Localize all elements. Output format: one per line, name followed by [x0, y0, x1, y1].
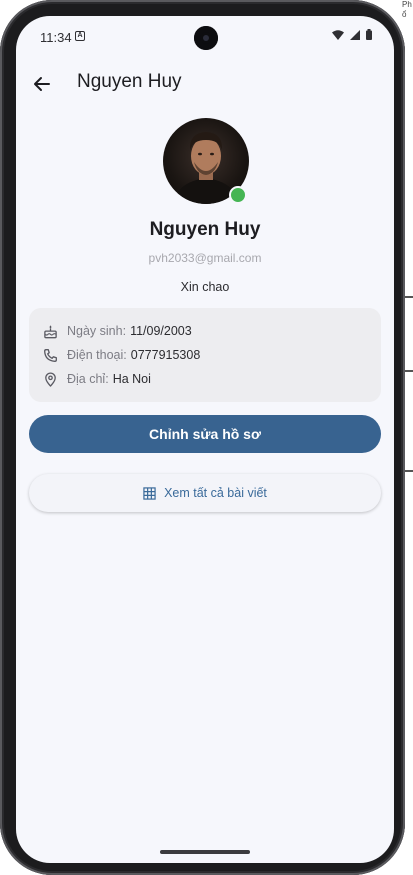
profile-name: Nguyen Huy [149, 219, 261, 240]
signal-icon [350, 29, 360, 40]
phone-value: 0777915308 [130, 348, 201, 362]
address-label: Địa chỉ: [67, 372, 109, 386]
home-indicator[interactable] [160, 850, 250, 854]
phone-frame: 11:34 A Nguyen Huy Nguyen Huy pvh2033@gm… [0, 0, 405, 875]
phone-icon [44, 348, 57, 362]
notification-icon: A [75, 31, 85, 41]
arrow-left-icon [34, 77, 50, 91]
edit-profile-button[interactable]: Chỉnh sửa hồ sơ [29, 415, 381, 453]
location-pin-icon [45, 372, 56, 387]
online-status-dot [229, 186, 247, 204]
status-time: 11:34 [40, 30, 72, 45]
view-all-posts-button[interactable]: Xem tất cả bài viết [29, 474, 381, 512]
page-title: Nguyen Huy [77, 71, 182, 92]
profile-bio: Xin chao [180, 280, 230, 294]
status-icons [332, 29, 372, 40]
background-edge-line [405, 470, 413, 472]
background-edge-line [405, 370, 413, 372]
background-edge-line [405, 296, 413, 298]
phone-label: Điện thoại: [67, 348, 127, 362]
edit-profile-label: Chỉnh sửa hồ sơ [149, 426, 261, 442]
info-row-birthday: Ngày sinh: 11/09/2003 [43, 322, 192, 340]
front-camera [194, 26, 218, 50]
app-bar: Nguyen Huy [16, 64, 394, 104]
grid-icon [143, 486, 156, 500]
info-row-address: Địa chỉ: Ha Noi [43, 370, 151, 388]
address-value: Ha Noi [112, 372, 151, 386]
cake-icon [44, 324, 57, 338]
screen: 11:34 A Nguyen Huy Nguyen Huy pvh2033@gm… [16, 16, 394, 863]
avatar-container [163, 118, 249, 204]
info-row-phone: Điện thoại: 0777915308 [43, 346, 200, 364]
status-bar: 11:34 A [16, 16, 394, 56]
info-card: Ngày sinh: 11/09/2003 Điện thoại: 077791… [29, 308, 381, 402]
birthday-label: Ngày sinh: [67, 324, 127, 338]
background-edge-text: Ph ổ [402, 0, 412, 19]
view-all-posts-label: Xem tất cả bài viết [164, 486, 267, 500]
birthday-value: 11/09/2003 [130, 324, 192, 338]
battery-icon [366, 29, 372, 40]
wifi-icon [332, 29, 344, 40]
back-button[interactable] [28, 70, 56, 98]
profile-email: pvh2033@gmail.com [148, 251, 262, 265]
